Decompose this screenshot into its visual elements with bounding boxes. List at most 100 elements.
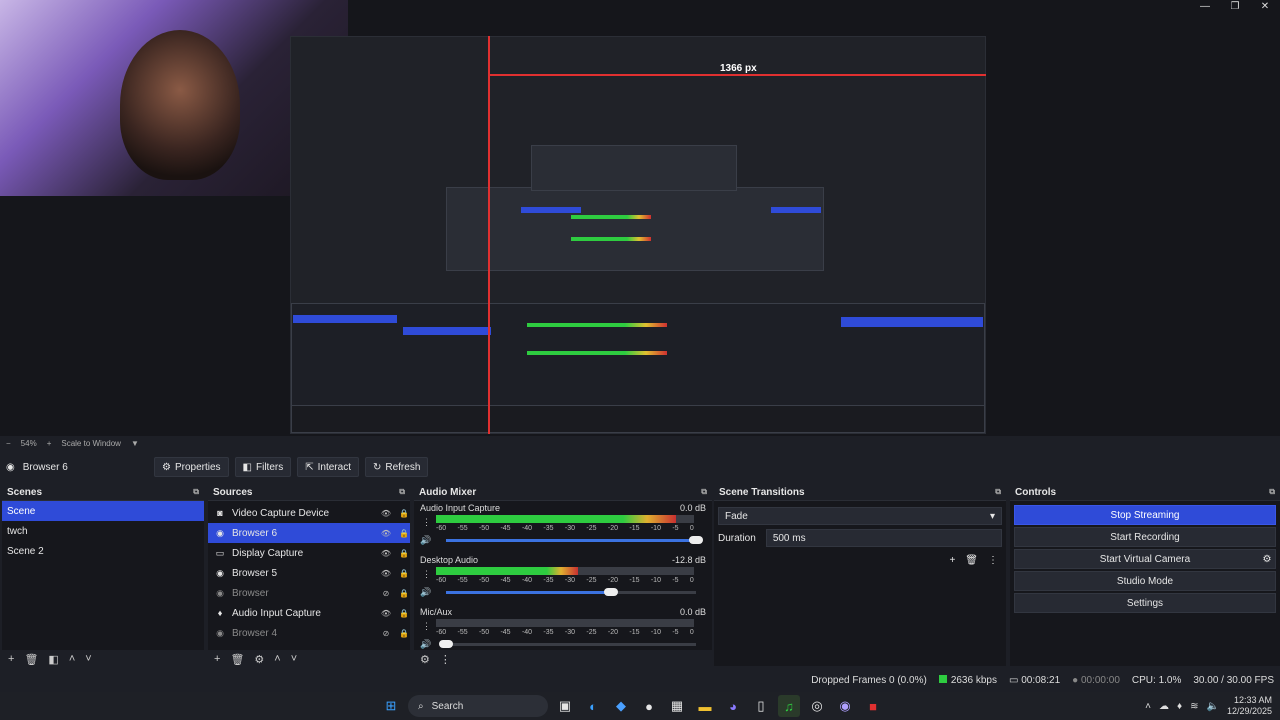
windows-start-icon[interactable]: ⊞ — [380, 695, 402, 717]
minimize-button[interactable]: — — [1190, 0, 1220, 14]
eye-hidden-icon[interactable]: ⊘ — [380, 589, 392, 598]
source-item[interactable]: ◉ Browser 4 ⊘ 🔒 — [208, 623, 410, 643]
store-icon[interactable]: ▦ — [666, 695, 688, 717]
lock-icon[interactable]: 🔒 — [398, 629, 410, 638]
source-item[interactable]: ◉ Browser 6 👁 🔒 — [208, 523, 410, 543]
studio-mode-button[interactable]: Studio Mode — [1014, 571, 1276, 591]
edge-icon[interactable]: ◐ — [582, 695, 604, 717]
volume-slider[interactable] — [446, 588, 696, 596]
close-button[interactable]: ✕ — [1250, 0, 1280, 14]
zoom-in-button[interactable]: + — [47, 439, 52, 448]
channel-menu-icon[interactable]: ⋮ — [422, 569, 431, 580]
add-icon[interactable]: + — [8, 653, 14, 665]
wifi-icon[interactable]: ≋ — [1190, 701, 1198, 712]
clock[interactable]: 12:33 AM 12/29/2025 — [1227, 695, 1272, 717]
volume-slider[interactable] — [446, 536, 703, 544]
lock-icon[interactable]: 🔒 — [398, 609, 410, 618]
sources-list: ◙ Video Capture Device 👁 🔒 ◉ Browser 6 👁 🔒 ▭ Di… — [208, 500, 410, 650]
interact-button[interactable]: ⇱ Interact — [297, 457, 359, 477]
eye-icon[interactable]: 👁 — [380, 509, 392, 518]
app-icon[interactable]: ◉ — [834, 695, 856, 717]
move-up-icon[interactable]: ˄ — [69, 653, 75, 665]
chevron-down-icon[interactable]: ▼ — [131, 439, 139, 448]
cloud-icon[interactable]: ☁ — [1159, 701, 1169, 712]
source-toolbar: ◉ Browser 6 ⚙ Properties ◧ Filters ⇱ Intera… — [0, 456, 1280, 478]
eye-icon[interactable]: 👁 — [380, 569, 392, 578]
channel-menu-icon[interactable]: ⋮ — [422, 517, 431, 528]
add-icon[interactable]: + — [949, 555, 955, 566]
filters-button[interactable]: ◧ Filters — [234, 457, 292, 477]
discord-icon[interactable]: ◕ — [722, 695, 744, 717]
source-item[interactable]: ◉ Browser ⊘ 🔒 — [208, 583, 410, 603]
stop-streaming-button[interactable]: Stop Streaming — [1014, 505, 1276, 525]
move-down-icon[interactable]: ˅ — [291, 653, 297, 665]
settings-button[interactable]: Settings — [1014, 593, 1276, 613]
lock-icon[interactable]: 🔒 — [398, 589, 410, 598]
app-icon[interactable]: ◆ — [610, 695, 632, 717]
eye-icon[interactable]: 👁 — [380, 609, 392, 618]
document-icon[interactable]: ▯ — [750, 695, 772, 717]
undock-icon[interactable]: ⧉ — [701, 487, 707, 497]
folder-icon[interactable]: ▬ — [694, 695, 716, 717]
start-virtual-camera-button[interactable]: Start Virtual Camera ⚙ — [1014, 549, 1276, 569]
duration-input[interactable]: 500 ms — [765, 529, 1002, 547]
add-icon[interactable]: + — [214, 653, 220, 665]
maximize-button[interactable]: ❐ — [1220, 0, 1250, 14]
properties-button[interactable]: ⚙ Properties — [154, 457, 229, 477]
meter-tick-label: -50 — [478, 629, 490, 636]
spotify-icon[interactable]: ♫ — [778, 695, 800, 717]
undock-icon[interactable]: ⧉ — [399, 487, 405, 497]
undock-icon[interactable]: ⧉ — [995, 487, 1001, 497]
trash-icon[interactable]: 🗑 — [24, 653, 38, 666]
more-options-icon[interactable]: ⋮ — [440, 653, 451, 666]
preview-canvas[interactable]: 1366 px — [0, 0, 1280, 436]
stream-time-value: 00:08:21 — [1021, 674, 1061, 686]
task-view-icon[interactable]: ▣ — [554, 695, 576, 717]
move-down-icon[interactable]: ˅ — [85, 653, 91, 665]
app-icon[interactable]: ■ — [862, 695, 884, 717]
source-item[interactable]: ♦ Audio Input Capture 👁 🔒 — [208, 603, 410, 623]
volume-knob[interactable] — [439, 640, 453, 648]
advanced-audio-icon[interactable]: ⚙ — [420, 653, 430, 666]
gear-icon[interactable]: ⚙ — [254, 653, 264, 666]
move-up-icon[interactable]: ˄ — [274, 653, 280, 665]
zoom-out-button[interactable]: − — [6, 439, 11, 448]
source-item[interactable]: ▭ Display Capture 👁 🔒 — [208, 543, 410, 563]
trash-icon[interactable]: 🗑 — [965, 555, 978, 566]
scene-item[interactable]: Scene 2 — [2, 541, 204, 561]
refresh-button[interactable]: ↻ Refresh — [364, 457, 429, 477]
volume-knob[interactable] — [604, 588, 618, 596]
eye-icon[interactable]: 👁 — [380, 529, 392, 538]
lock-icon[interactable]: 🔒 — [398, 549, 410, 558]
volume-icon[interactable]: 🔈 — [1207, 701, 1219, 712]
scene-item[interactable]: twch — [2, 521, 204, 541]
undock-icon[interactable]: ⧉ — [193, 487, 199, 497]
speaker-icon[interactable]: 🔊 — [420, 587, 431, 598]
source-item[interactable]: ◉ Browser 5 👁 🔒 — [208, 563, 410, 583]
eye-hidden-icon[interactable]: ⊘ — [380, 629, 392, 638]
speaker-icon[interactable]: 🔊 — [420, 535, 431, 546]
start-recording-button[interactable]: Start Recording — [1014, 527, 1276, 547]
channel-menu-icon[interactable]: ⋮ — [422, 621, 431, 632]
source-item[interactable]: ◙ Video Capture Device 👁 🔒 — [208, 503, 410, 523]
lock-icon[interactable]: 🔒 — [398, 509, 410, 518]
trash-icon[interactable]: 🗑 — [230, 653, 244, 666]
transition-select[interactable]: Fade ▾ — [718, 507, 1002, 525]
volume-slider[interactable] — [439, 640, 696, 648]
speaker-icon[interactable]: 🔊 — [420, 639, 431, 650]
mic-icon[interactable]: ♦ — [1177, 701, 1182, 712]
more-options-icon[interactable]: ⋮ — [988, 555, 998, 566]
filter-icon[interactable]: ◧ — [48, 653, 58, 666]
taskbar-search[interactable]: ⌕ Search — [408, 695, 548, 717]
scene-item[interactable]: Scene — [2, 501, 204, 521]
volume-knob[interactable] — [689, 536, 703, 544]
eye-icon[interactable]: 👁 — [380, 549, 392, 558]
scale-mode-select[interactable]: Scale to Window — [61, 439, 121, 448]
undock-icon[interactable]: ⧉ — [1269, 487, 1275, 497]
chevron-up-icon[interactable]: ˄ — [1145, 701, 1151, 712]
lock-icon[interactable]: 🔒 — [398, 569, 410, 578]
gear-icon[interactable]: ⚙ — [1257, 554, 1277, 565]
lock-icon[interactable]: 🔒 — [398, 529, 410, 538]
obs-icon[interactable]: ◎ — [806, 695, 828, 717]
app-icon[interactable]: ● — [638, 695, 660, 717]
